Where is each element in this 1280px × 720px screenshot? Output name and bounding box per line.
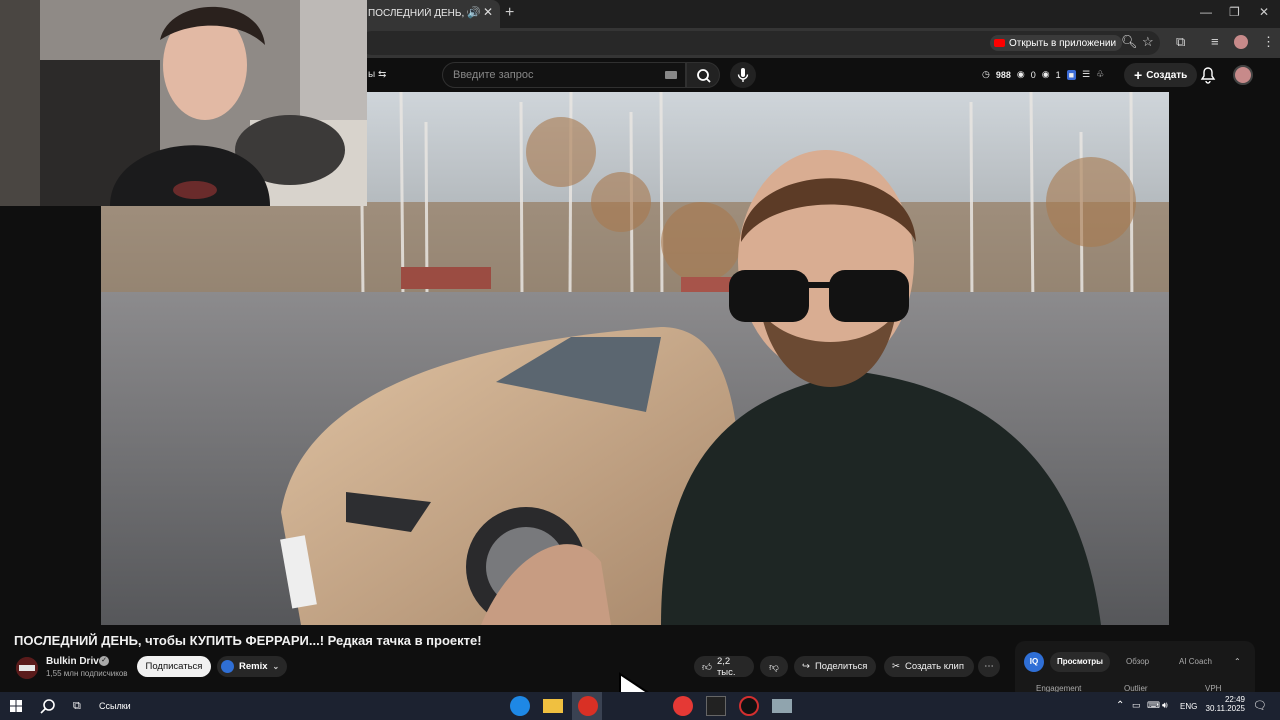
channel-avatar[interactable] — [16, 657, 38, 679]
panel-tab-ai-coach[interactable]: AI Coach — [1179, 657, 1212, 666]
chevron-down-icon: ⌄ — [272, 662, 280, 671]
tray-device-icon[interactable]: ▭ — [1132, 700, 1141, 711]
language-indicator[interactable]: ENG — [1180, 702, 1197, 711]
vidiq-logo-icon: IQ — [1024, 652, 1044, 672]
app-window-icon[interactable] — [772, 699, 792, 713]
list-icon[interactable]: ☰ — [1082, 69, 1090, 80]
subscribe-button[interactable]: Подписаться — [137, 656, 211, 677]
eye-icon: ◉ — [1016, 69, 1025, 79]
search-button[interactable] — [686, 62, 720, 88]
clip-label: Создать клип — [904, 661, 964, 672]
media-queue-icon[interactable]: ≡ — [1211, 34, 1219, 49]
edge-icon[interactable] — [510, 696, 530, 716]
clock-date: 30.11.2025 — [1205, 704, 1245, 713]
tray-chevron-up-icon[interactable]: ⌃ — [1116, 700, 1124, 711]
new-tab-button[interactable]: + — [505, 4, 514, 22]
iq-badge-icon — [221, 660, 234, 673]
channel-logo-icon — [16, 657, 38, 679]
voice-search-button[interactable] — [730, 62, 756, 88]
file-explorer-icon[interactable] — [543, 699, 563, 713]
task-view-icon[interactable]: ⧉ — [73, 700, 81, 713]
epic-games-icon[interactable] — [706, 696, 726, 716]
close-window-icon[interactable]: ✕ — [1259, 5, 1269, 19]
profile-avatar[interactable] — [1234, 35, 1248, 49]
share-label: Поделиться — [814, 661, 868, 672]
plus-icon: + — [1134, 67, 1143, 83]
scissors-icon: ✂ — [892, 661, 900, 672]
notifications-icon[interactable]: 🗨 — [1253, 699, 1267, 712]
stat-b: 0 — [1030, 69, 1036, 80]
volume-icon[interactable]: 🔊︎ — [1162, 700, 1168, 711]
notifications-bell-icon[interactable] — [1200, 66, 1216, 84]
clip-button[interactable]: ✂ Создать клип — [884, 656, 974, 677]
remix-label: Remix — [239, 661, 268, 672]
restore-icon[interactable]: ❐ — [1229, 5, 1240, 19]
webcam-image — [0, 0, 367, 206]
video-title: ПОСЛЕДНИЙ ДЕНЬ, чтобы КУПИТЬ ФЕРРАРИ...!… — [14, 633, 482, 648]
filter-chip[interactable]: ы ⇆ — [368, 69, 386, 80]
close-tab-icon[interactable]: ✕ — [483, 5, 493, 19]
speaker-icon[interactable]: 🔊 — [467, 6, 481, 19]
like-button[interactable]: 👍︎ 2,2 тыс. — [694, 655, 754, 678]
award-icon[interactable]: ♧ — [1096, 69, 1104, 80]
tab-title: ПОСЛЕДНИЙ ДЕНЬ, чтобы — [368, 8, 468, 19]
panel-tab-overview[interactable]: Обзор — [1126, 657, 1149, 666]
minimize-icon[interactable]: — — [1200, 5, 1212, 19]
stat-views: 988 — [995, 69, 1011, 80]
channel-name[interactable]: Bulkin Drive — [46, 656, 104, 667]
obs-icon[interactable] — [739, 696, 759, 716]
verified-check-icon: ✓ — [99, 656, 109, 666]
browser-tab-active[interactable]: ПОСЛЕДНИЙ ДЕНЬ, чтобы 🔊 ✕ — [360, 0, 500, 28]
windows-start-icon[interactable] — [10, 700, 22, 712]
windows-taskbar — [0, 692, 1280, 720]
search-placeholder: Введите запрос — [453, 69, 534, 81]
thumbs-down-icon: 👎︎ — [769, 661, 779, 673]
search-input[interactable]: Введите запрос — [442, 62, 686, 88]
chrome-icon[interactable] — [578, 696, 598, 716]
network-icon[interactable]: ⌨ — [1147, 700, 1160, 711]
youtube-logo-icon — [994, 39, 1005, 47]
bookmark-star-icon[interactable]: ☆ — [1142, 34, 1154, 50]
panel-tab-views[interactable]: Просмотры — [1050, 652, 1110, 672]
share-arrow-icon: ↪ — [802, 661, 810, 672]
open-in-app-button[interactable]: Открыть в приложении — [990, 35, 1123, 51]
create-button[interactable]: + Создать — [1124, 63, 1198, 87]
thumbs-up-icon: 👍︎ — [702, 661, 712, 673]
clock-icon: ◷ — [982, 69, 990, 79]
zoom-icon[interactable]: 🔍︎ — [1121, 34, 1138, 50]
clock-time: 22:49 — [1224, 695, 1245, 704]
chevron-up-icon[interactable]: ⌃ — [1234, 657, 1241, 666]
open-in-app-label: Открыть в приложении — [1009, 37, 1117, 49]
share-button[interactable]: ↪ Поделиться — [794, 656, 876, 677]
extensions-icon[interactable]: ⧉ — [1176, 34, 1185, 50]
subscriber-count: 1,55 млн подписчиков — [46, 669, 128, 678]
webcam-overlay — [0, 0, 367, 206]
search-icon — [697, 69, 711, 83]
eye-icon: ◉ — [1041, 69, 1050, 79]
more-horizontal-icon: ⋯ — [984, 661, 994, 672]
more-actions-button[interactable]: ⋯ — [978, 656, 1000, 677]
clock[interactable]: 22:49 30.11.2025 — [1203, 695, 1245, 713]
links-toolbar-label[interactable]: Ссылки — [99, 701, 131, 711]
yandex-browser-icon[interactable] — [673, 696, 693, 716]
dislike-button[interactable]: 👎︎ — [760, 656, 788, 677]
search-icon[interactable] — [40, 699, 56, 715]
chrome-menu-icon[interactable]: ⋮ — [1262, 34, 1275, 50]
microphone-icon — [737, 68, 749, 82]
extension-stats: ◷ 988 ◉ 0 ◉ 1 ■ ☰ ♧ — [982, 69, 1104, 80]
create-label: Создать — [1146, 69, 1188, 81]
stat-c: 1 — [1055, 69, 1061, 80]
account-avatar[interactable] — [1233, 65, 1253, 85]
keyboard-icon[interactable] — [665, 71, 677, 79]
remix-button[interactable]: Remix ⌄ — [217, 656, 288, 677]
like-count: 2,2 тыс. — [716, 655, 736, 678]
extension-icon[interactable]: ■ — [1066, 69, 1077, 80]
